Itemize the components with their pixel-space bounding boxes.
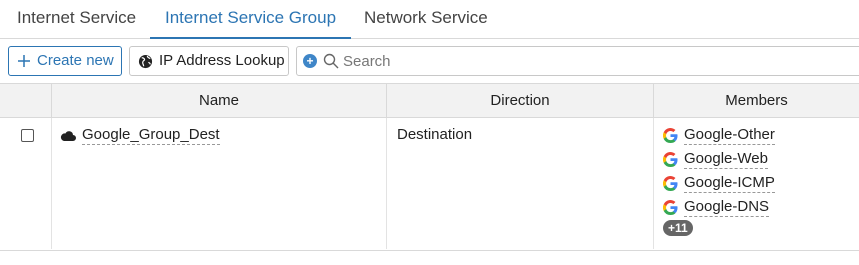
header-select-column [0,84,51,117]
search-bar: + [296,46,859,76]
google-g-icon [663,127,678,143]
tab-network-service[interactable]: Network Service [364,0,488,39]
member-item: Google-Other [663,123,859,147]
cloud-icon [60,129,76,142]
header-name[interactable]: Name [51,84,386,117]
header-direction[interactable]: Direction [386,84,653,117]
member-link[interactable]: Google-DNS [684,198,770,217]
direction-value: Destination [397,126,473,143]
member-link[interactable]: Google-Other [684,126,775,145]
member-item: Google-DNS [663,195,859,219]
table-row[interactable]: Google_Group_Dest Destination Google-Oth… [0,118,859,251]
search-input[interactable] [339,52,823,70]
members-cell: Google-Other Google-Web Google-ICMP Goog… [653,118,859,249]
globe-icon [138,54,153,69]
table-header: Name Direction Members [0,83,859,118]
toolbar: Create new IP Address Lookup + [0,39,859,83]
member-item: Google-ICMP [663,171,859,195]
google-g-icon [663,175,678,191]
tab-internet-service[interactable]: Internet Service [17,0,136,39]
row-checkbox[interactable] [21,129,34,142]
member-link[interactable]: Google-Web [684,150,768,169]
member-item: Google-Web [663,147,859,171]
name-cell: Google_Group_Dest [51,118,386,249]
google-g-icon [663,199,678,215]
tab-bar: Internet Service Internet Service Group … [0,0,859,39]
create-new-button[interactable]: Create new [8,46,122,76]
add-filter-icon[interactable]: + [303,54,317,68]
row-select-cell [0,118,51,249]
ip-address-lookup-label: IP Address Lookup [159,52,285,69]
tab-internet-service-group[interactable]: Internet Service Group [150,0,352,39]
ip-address-lookup-button[interactable]: IP Address Lookup [129,46,289,76]
direction-cell: Destination [386,118,653,249]
group-name-link[interactable]: Google_Group_Dest [82,126,220,145]
plus-icon [17,54,31,68]
google-g-icon [663,151,678,167]
header-members[interactable]: Members [653,84,859,117]
more-members-badge[interactable]: +11 [663,220,693,236]
member-link[interactable]: Google-ICMP [684,174,775,193]
search-icon [323,53,339,69]
create-new-label: Create new [37,52,114,69]
